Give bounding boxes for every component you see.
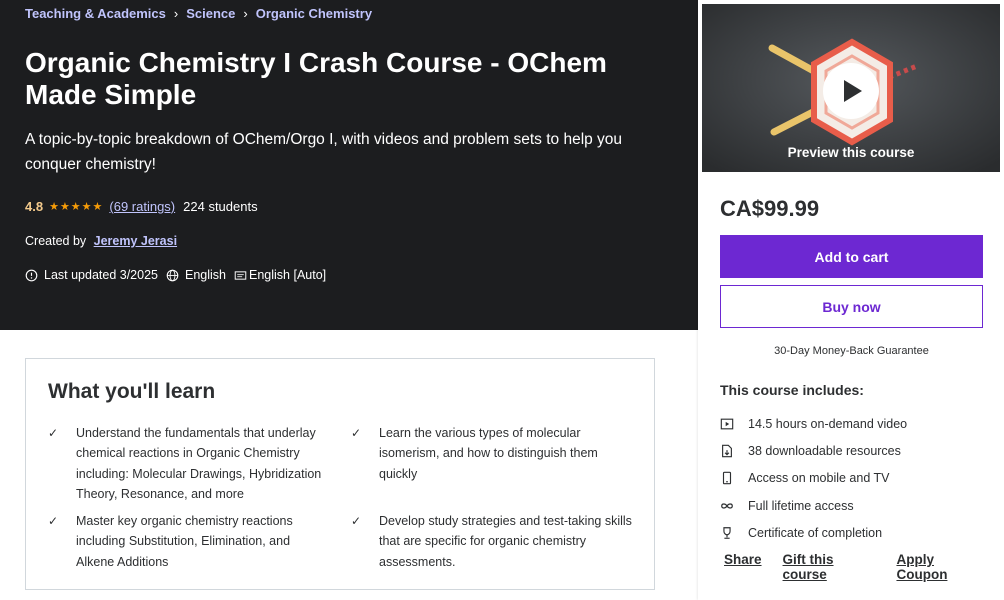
learn-item: ✓ Learn the various types of molecular i… xyxy=(351,423,639,484)
created-by-label: Created by xyxy=(25,234,87,248)
breadcrumb-science[interactable]: Science xyxy=(186,6,235,21)
check-icon: ✓ xyxy=(351,426,362,440)
check-icon: ✓ xyxy=(48,426,59,440)
last-updated-text: Last updated 3/2025 xyxy=(44,268,158,282)
language-text: English xyxy=(185,268,226,282)
learn-item-text: Learn the various types of molecular iso… xyxy=(379,426,598,481)
learn-item: ✓ Understand the fundamentals that under… xyxy=(48,423,341,505)
gift-course-link[interactable]: Gift this course xyxy=(783,552,876,582)
learn-item-text: Develop study strategies and test-taking… xyxy=(379,514,632,569)
closed-captions-icon xyxy=(234,270,247,280)
captions-text: English [Auto] xyxy=(249,268,327,282)
includes-item: Certificate of completion xyxy=(720,519,907,546)
learn-item-text: Understand the fundamentals that underla… xyxy=(76,426,322,502)
includes-list: 14.5 hours on-demand video 38 downloadab… xyxy=(720,410,907,546)
preview-label: Preview this course xyxy=(787,145,915,160)
breadcrumb-teaching-academics[interactable]: Teaching & Academics xyxy=(25,6,166,21)
course-title: Organic Chemistry I Crash Course - OChem… xyxy=(25,47,607,110)
money-back-guarantee: 30-Day Money-Back Guarantee xyxy=(774,345,929,357)
learn-title: What you'll learn xyxy=(48,380,216,403)
what-youll-learn: What you'll learn ✓ Understand the funda… xyxy=(25,358,655,590)
trophy-icon xyxy=(723,527,731,539)
includes-item-text: Certificate of completion xyxy=(748,525,883,540)
learn-item: ✓ Master key organic chemistry reactions… xyxy=(48,511,316,572)
created-by-row: Created by Jeremy Jerasi xyxy=(25,234,177,248)
learn-item: ✓ Develop study strategies and test-taki… xyxy=(351,511,639,572)
share-link[interactable]: Share xyxy=(724,552,762,582)
course-subtitle: A topic-by-topic breakdown of OChem/Orgo… xyxy=(25,131,623,173)
check-icon: ✓ xyxy=(48,514,59,528)
check-icon: ✓ xyxy=(351,514,362,528)
course-meta-row: Last updated 3/2025 English English [Aut… xyxy=(25,268,334,282)
file-download-icon xyxy=(722,444,732,458)
captions: English [Auto] xyxy=(234,268,326,282)
includes-title: This course includes: xyxy=(720,382,864,398)
purchase-sidebar: Preview this course CA$99.99 Add to cart… xyxy=(698,0,1004,600)
breadcrumb-organic-chemistry[interactable]: Organic Chemistry xyxy=(256,6,372,21)
chevron-right-icon: › xyxy=(243,6,248,21)
includes-item: 14.5 hours on-demand video xyxy=(720,410,907,437)
language: English xyxy=(166,268,226,282)
includes-item-text: 38 downloadable resources xyxy=(748,443,901,458)
rating-row: 4.8 ★★★★★ (69 ratings) 224 students xyxy=(25,199,258,214)
learn-item-text: Master key organic chemistry reactions i… xyxy=(76,514,293,569)
students-count: 224 students xyxy=(183,199,258,214)
rating-value: 4.8 xyxy=(25,199,44,214)
buy-now-button[interactable]: Buy now xyxy=(720,285,983,328)
add-to-cart-button[interactable]: Add to cart xyxy=(720,235,983,278)
includes-item: 38 downloadable resources xyxy=(720,437,907,464)
includes-item: Access on mobile and TV xyxy=(720,465,907,492)
includes-item-text: Access on mobile and TV xyxy=(748,471,890,486)
mobile-icon xyxy=(722,471,732,485)
author-link[interactable]: Jeremy Jerasi xyxy=(94,234,177,248)
last-updated: Last updated 3/2025 xyxy=(25,268,158,282)
star-rating-icon: ★★★★★ xyxy=(49,201,104,213)
globe-icon xyxy=(166,269,179,281)
video-icon xyxy=(720,418,734,430)
sidebar-actions: Share Gift this course Apply Coupon xyxy=(724,552,1004,582)
includes-item-text: 14.5 hours on-demand video xyxy=(748,416,908,431)
ratings-count-link[interactable]: (69 ratings) xyxy=(109,199,175,214)
includes-item: Full lifetime access xyxy=(720,492,907,519)
breadcrumb: Teaching & Academics › Science › Organic… xyxy=(25,6,372,21)
course-price: CA$99.99 xyxy=(720,196,820,221)
alert-clock-icon xyxy=(25,269,38,281)
chevron-right-icon: › xyxy=(173,6,179,21)
apply-coupon-link[interactable]: Apply Coupon xyxy=(896,552,983,582)
includes-item-text: Full lifetime access xyxy=(748,498,854,513)
infinity-icon xyxy=(721,502,733,509)
course-preview-video[interactable]: Preview this course xyxy=(702,4,1000,172)
